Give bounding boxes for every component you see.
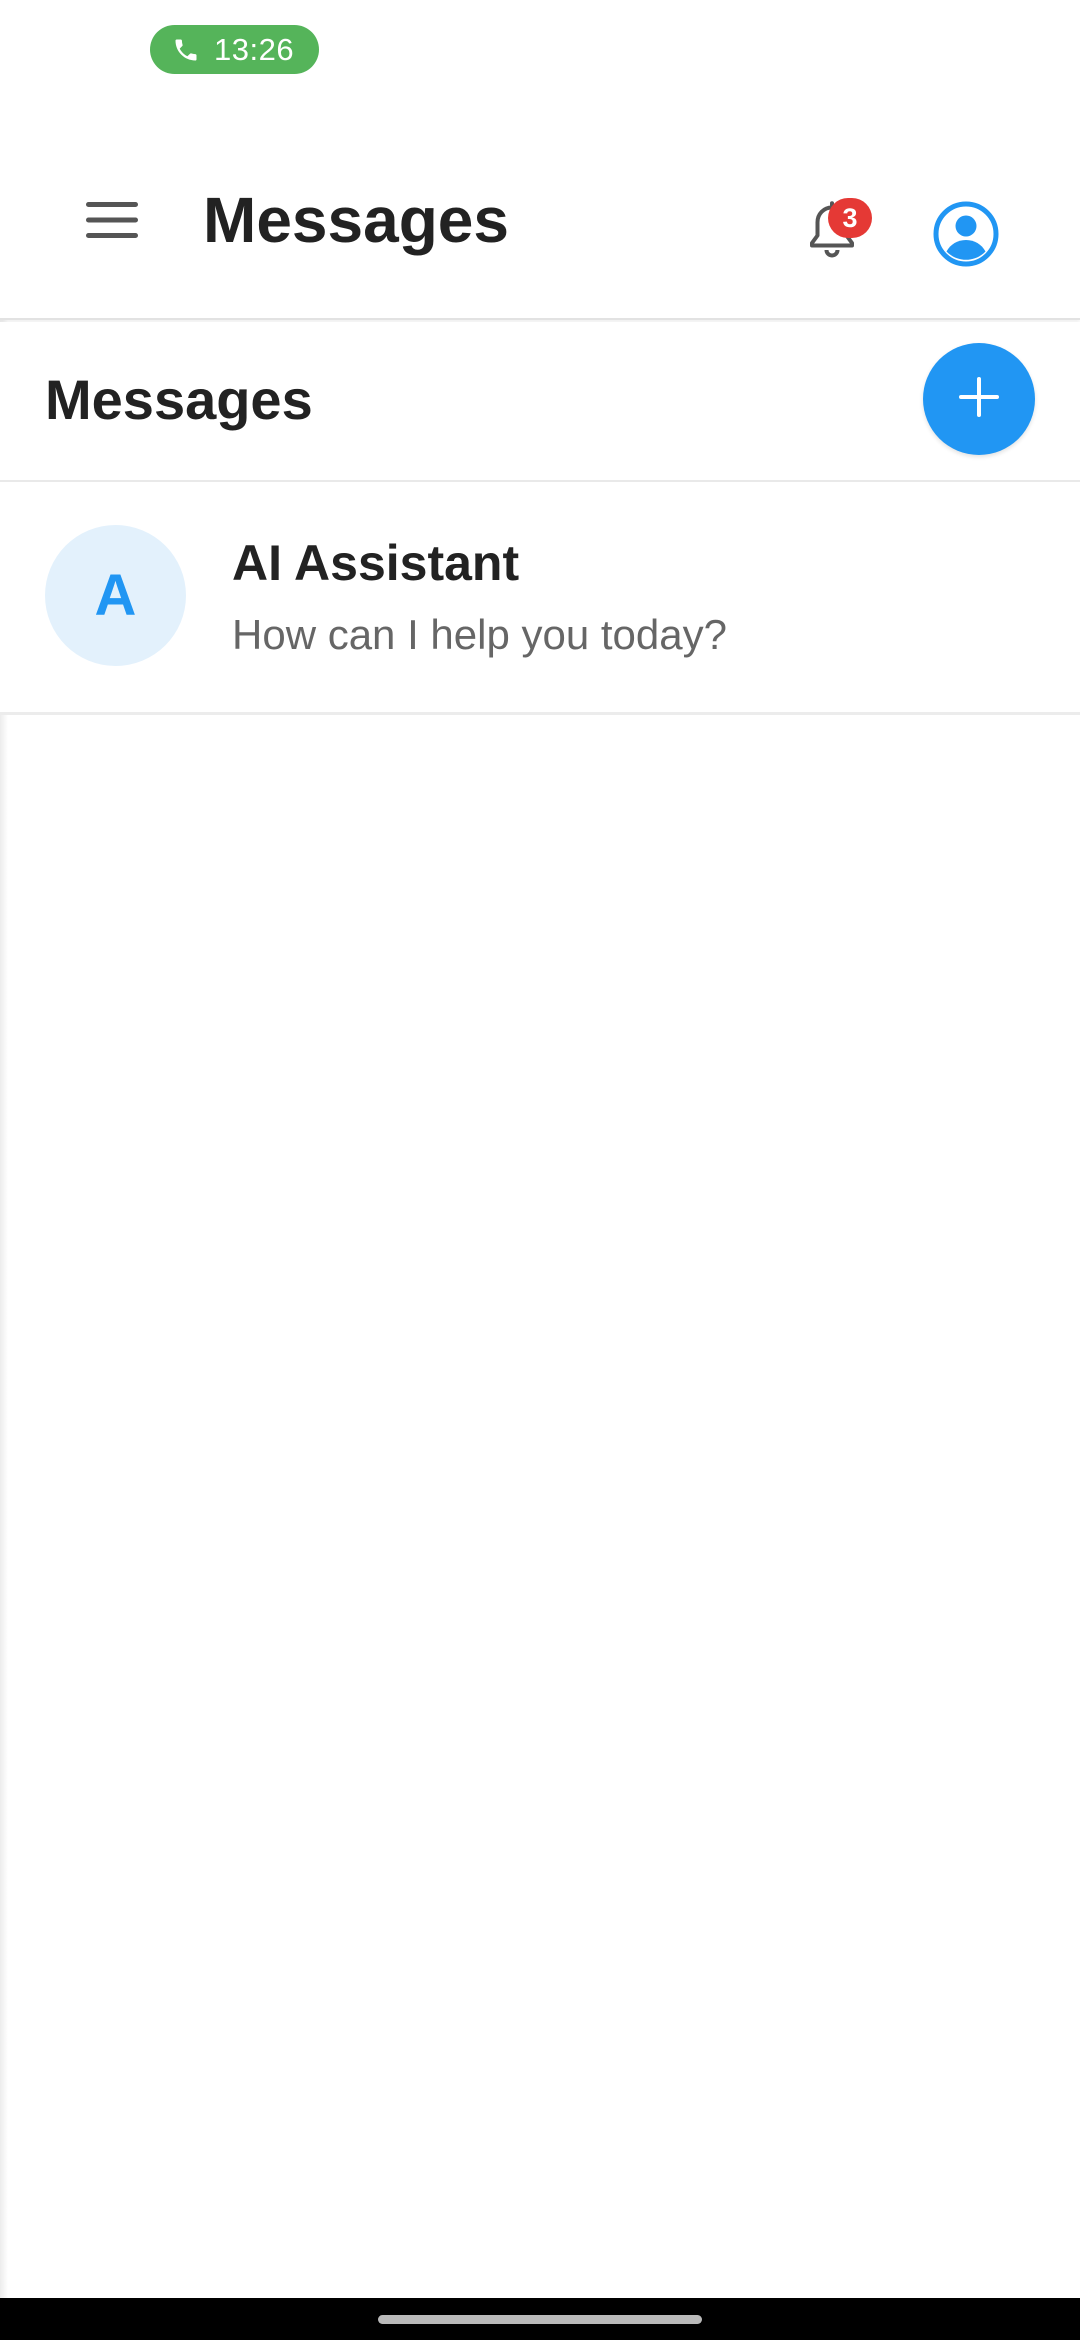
ongoing-call-chip[interactable]: 13:26 [150,25,319,74]
new-message-button[interactable] [923,343,1035,455]
account-button[interactable] [918,188,1014,284]
conversation-item[interactable]: A AI Assistant How can I help you today? [0,482,1080,715]
phone-icon [172,36,200,64]
menu-button[interactable] [70,180,154,264]
section-header: Messages [0,322,1080,482]
conversation-preview: How can I help you today? [232,611,727,658]
conversation-name: AI Assistant [232,535,520,591]
messages-screen: 13:26 Messages 3 Messages A AI Assistant… [0,0,1080,2340]
hamburger-menu-icon [84,200,140,245]
home-indicator[interactable] [378,2315,702,2324]
account-circle-icon [932,200,1000,273]
notification-count-badge: 3 [828,198,872,238]
call-duration: 13:26 [214,31,295,67]
navigation-bar [0,2298,1080,2340]
status-bar: 13:26 [0,0,1080,80]
page-title: Messages [203,184,509,256]
plus-icon [957,375,1001,424]
avatar: A [45,525,186,666]
section-title: Messages [45,368,313,431]
